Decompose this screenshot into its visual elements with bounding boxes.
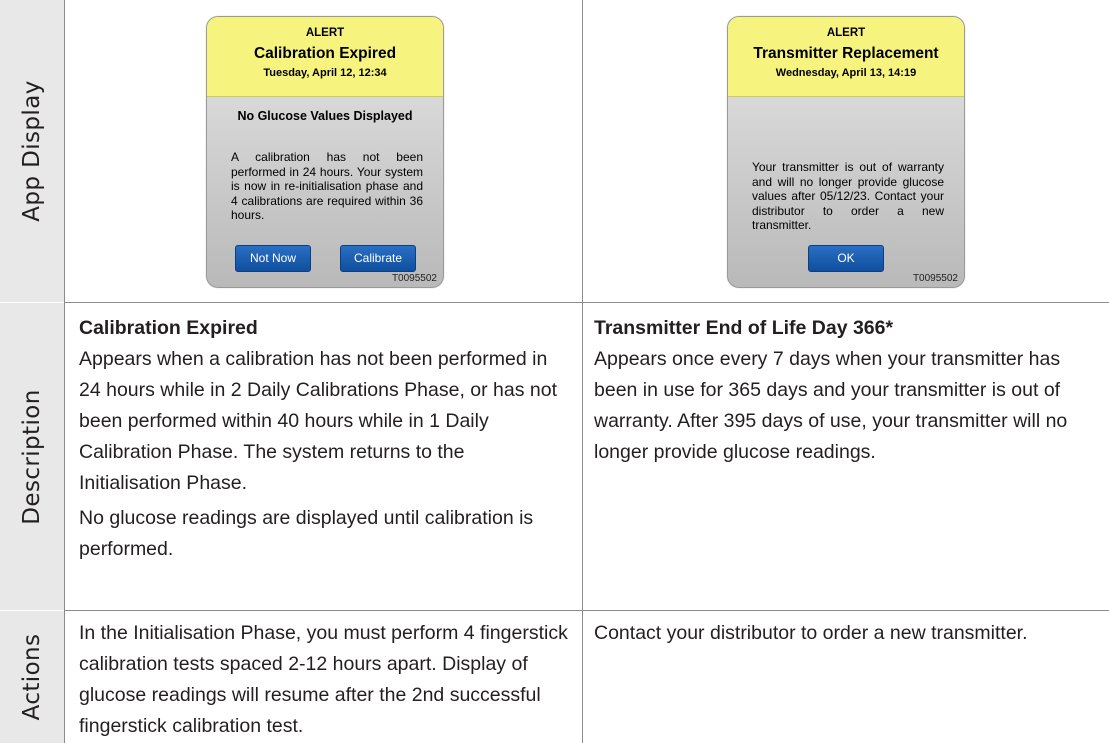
alert-reference-code: T0095502 (391, 273, 437, 284)
description-right-body: Appears once every 7 days when your tran… (594, 348, 1068, 463)
description-left-title: Calibration Expired (79, 317, 258, 339)
row-label-description: Description (19, 388, 45, 525)
alert-title: Calibration Expired (253, 45, 397, 62)
description-left: Calibration Expired Appears when a calib… (79, 313, 571, 565)
row-header-actions: Actions (0, 611, 64, 743)
actions-left-text: In the Initialisation Phase, you must pe… (79, 622, 568, 737)
alert-kind-label: ALERT (305, 27, 345, 39)
row-header-description: Description (0, 303, 64, 610)
alert-title: Transmitter Replacement (753, 45, 939, 62)
alert-header: ALERT Transmitter Replacement Wednesday,… (728, 17, 964, 97)
ok-button[interactable]: OK (808, 245, 884, 272)
not-now-button[interactable]: Not Now (235, 245, 311, 272)
grid-line-row2 (64, 610, 1109, 611)
grid-line-left (64, 0, 65, 743)
alert-date: Wednesday, April 13, 14:19 (775, 67, 917, 79)
row-label-actions: Actions (19, 633, 45, 721)
row-label-app-display: App Display (19, 80, 45, 222)
grid-line-row1 (64, 302, 1109, 303)
alert-header: ALERT Calibration Expired Tuesday, April… (207, 17, 443, 97)
description-right: Transmitter End of Life Day 366* Appears… (594, 313, 1102, 468)
actions-left: In the Initialisation Phase, you must pe… (79, 618, 571, 742)
alert-reference-code: T0095502 (912, 273, 958, 284)
row-header-app-display: App Display (0, 0, 64, 302)
alert-date: Tuesday, April 12, 12:34 (263, 67, 387, 79)
actions-right: Contact your distributor to order a new … (594, 618, 1102, 649)
calibration-expired-alert: ALERT Calibration Expired Tuesday, April… (206, 16, 444, 288)
alert-message: Your transmitter is out of warranty and … (752, 160, 944, 232)
alert-message: A calibration has not been performed in … (231, 150, 423, 222)
description-left-note: No glucose readings are displayed until … (79, 507, 534, 560)
transmitter-replacement-alert: ALERT Transmitter Replacement Wednesday,… (727, 16, 965, 288)
description-right-title: Transmitter End of Life Day 366* (594, 317, 894, 339)
description-left-body: Appears when a calibration has not been … (79, 348, 558, 494)
grid-line-middle (582, 0, 583, 743)
calibrate-button[interactable]: Calibrate (340, 245, 416, 272)
alert-subheading: No Glucose Values Displayed (237, 109, 413, 123)
actions-right-text: Contact your distributor to order a new … (594, 622, 1028, 644)
alert-kind-label: ALERT (826, 27, 866, 39)
